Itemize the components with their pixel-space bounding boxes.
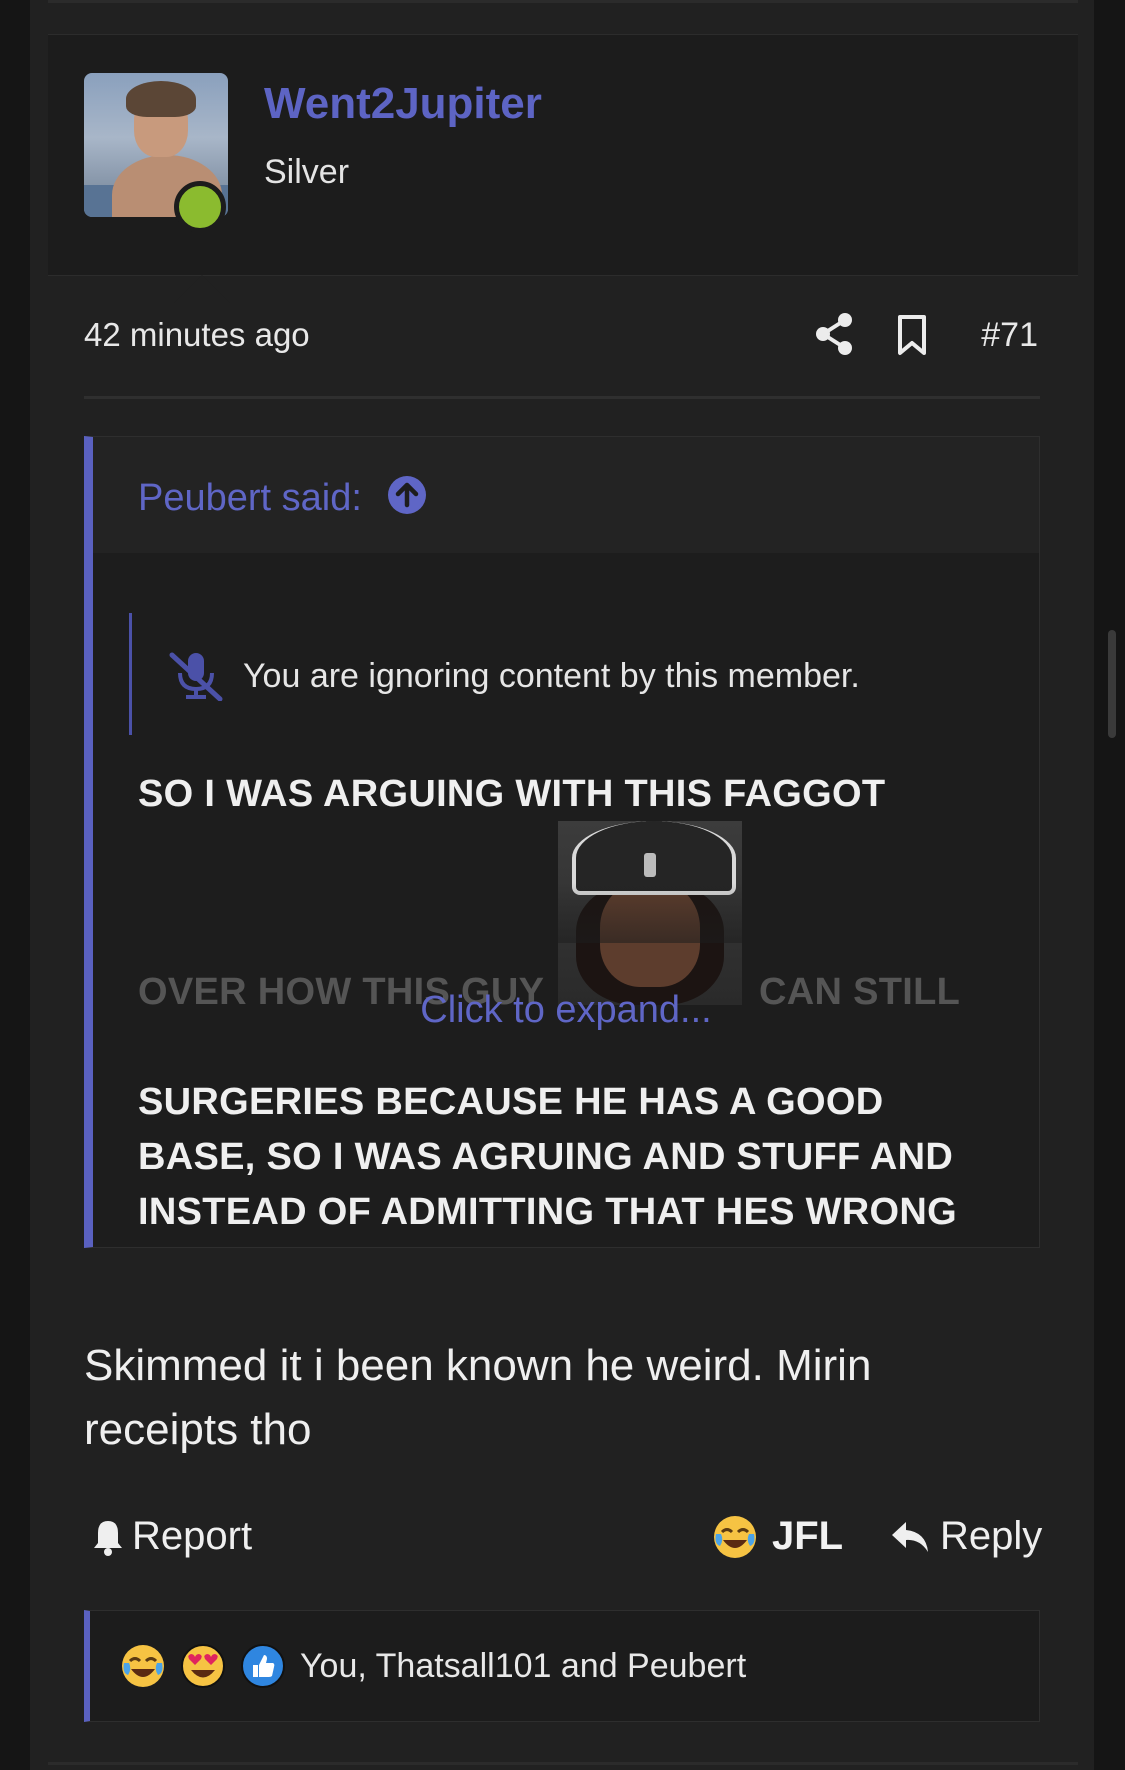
meta-divider [84,396,1040,399]
top-divider [48,0,1078,3]
reply-icon[interactable] [890,1518,930,1556]
quote-block: Peubert said: You are ignoring content b… [84,436,1040,1248]
post-timestamp[interactable]: 42 minutes ago [84,316,310,354]
user-title: Silver [264,153,350,191]
arrow-up-circle-icon[interactable] [387,475,427,515]
quote-line: BASE, SO I WAS AGRUING AND STUFF AND [138,1136,954,1178]
post-meta-row: 42 minutes ago #71 [84,312,1040,362]
quote-author-link[interactable]: Peubert said: [138,477,362,520]
bottom-divider [48,1762,1078,1765]
header-caret [174,275,230,303]
thumbs-up-emoji-icon [241,1644,285,1688]
scrollbar-thumb[interactable] [1108,630,1116,738]
post-body-text: Skimmed it i been known he weird. Mirin … [84,1341,872,1454]
post-actions: Report JFL Reply [84,1508,1042,1568]
username-link[interactable]: Went2Jupiter [264,79,542,129]
reactions-bar[interactable]: You, Thatsall101 and Peubert [84,1610,1040,1722]
ignored-notice-text: You are ignoring content by this member. [243,657,860,695]
share-icon[interactable] [814,312,854,356]
reaction-users-link[interactable]: You, Thatsall101 and Peubert [300,1647,746,1686]
report-link[interactable]: Report [132,1514,252,1559]
expand-fade [93,883,1039,943]
reply-button[interactable]: Reply [940,1514,1042,1559]
jfl-reaction-button[interactable]: JFL [772,1514,843,1559]
ignored-content-notice: You are ignoring content by this member. [129,613,932,735]
click-to-expand-link[interactable]: Click to expand... [93,989,1039,1032]
online-status-icon [174,181,226,233]
post-user-header: Went2Jupiter Silver [48,34,1078,303]
post-number-link[interactable]: #71 [981,316,1038,355]
quote-line: INSTEAD OF ADMITTING THAT HES WRONG [138,1191,958,1233]
quote-line: SO I WAS ARGUING WITH THIS FAGGOT [138,773,886,815]
quote-header: Peubert said: [93,437,1039,553]
crying-laughing-emoji-icon [122,1645,164,1687]
bell-icon[interactable] [92,1518,124,1556]
crying-laughing-emoji-icon[interactable] [712,1514,758,1560]
microphone-slash-icon [169,652,223,701]
heart-eyes-emoji-icon [181,1644,225,1688]
bookmark-icon[interactable] [896,314,928,356]
quote-line: SURGERIES BECAUSE HE HAS A GOOD [138,1081,884,1123]
